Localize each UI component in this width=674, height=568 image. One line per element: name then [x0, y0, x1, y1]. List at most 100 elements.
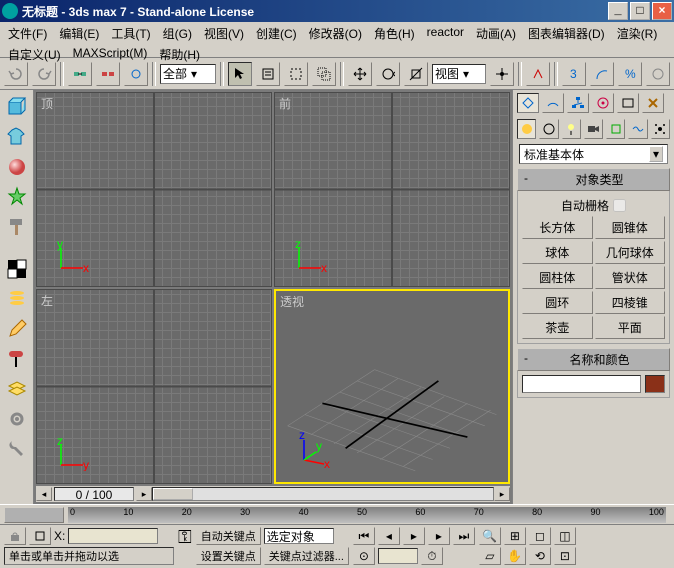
- menu-view[interactable]: 视图(V): [202, 24, 246, 43]
- reference-coord-dropdown[interactable]: 视图▾: [432, 64, 486, 84]
- viewport-left[interactable]: 左 zy: [36, 289, 272, 484]
- helpers-subtype-icon[interactable]: [606, 119, 625, 139]
- zoom-all-icon[interactable]: ⊞: [504, 527, 526, 545]
- shapes-subtype-icon[interactable]: [539, 119, 558, 139]
- absolute-transform-icon[interactable]: [29, 527, 51, 545]
- object-name-input[interactable]: [522, 375, 641, 393]
- tube-button[interactable]: 管状体: [595, 266, 666, 289]
- key-mode-icon[interactable]: ⊙: [353, 547, 375, 565]
- scroll-end-right-icon[interactable]: ▸: [494, 487, 510, 501]
- menu-character[interactable]: 角色(H): [372, 24, 417, 43]
- rotate-tool-icon[interactable]: [376, 62, 400, 86]
- wrench-icon[interactable]: [4, 436, 30, 462]
- key-filters-button[interactable]: 关键点过滤器...: [264, 547, 349, 565]
- teapot-button[interactable]: 茶壶: [522, 316, 593, 339]
- spacewarps-subtype-icon[interactable]: [628, 119, 647, 139]
- menu-tools[interactable]: 工具(T): [109, 24, 152, 43]
- menu-edit[interactable]: 编辑(E): [57, 24, 101, 43]
- cylinder-stack-icon[interactable]: [4, 286, 30, 312]
- x-coord-field[interactable]: [68, 528, 158, 544]
- manipulate-icon[interactable]: [526, 62, 550, 86]
- maximize-viewport-icon[interactable]: ⊡: [554, 547, 576, 565]
- goto-end-icon[interactable]: ⏭: [453, 527, 475, 545]
- modify-tab-icon[interactable]: [542, 93, 564, 113]
- scroll-track[interactable]: [152, 487, 494, 501]
- selection-filter-dropdown[interactable]: 全部▾: [160, 64, 216, 84]
- sphere-button[interactable]: 球体: [522, 241, 593, 264]
- time-config-icon[interactable]: ⏱: [421, 547, 443, 565]
- scroll-thumb[interactable]: [153, 488, 193, 500]
- time-slider[interactable]: [4, 507, 64, 523]
- close-button[interactable]: ×: [652, 2, 672, 20]
- current-frame-field[interactable]: [378, 548, 418, 564]
- torus-button[interactable]: 圆环: [522, 291, 593, 314]
- viewport-front[interactable]: 前 zx: [274, 92, 510, 287]
- arc-rotate-icon[interactable]: ⟲: [529, 547, 551, 565]
- snap-toggle-icon[interactable]: 3: [562, 62, 586, 86]
- scroll-right-icon[interactable]: ▸: [136, 487, 152, 501]
- pan-icon[interactable]: ✋: [504, 547, 526, 565]
- select-by-name-icon[interactable]: [256, 62, 280, 86]
- select-region-icon[interactable]: [284, 62, 308, 86]
- viewport-top[interactable]: 顶 yx: [36, 92, 272, 287]
- zoom-extents-all-icon[interactable]: ◫: [554, 527, 576, 545]
- menu-modifiers[interactable]: 修改器(O): [307, 24, 364, 43]
- box-button[interactable]: 长方体: [522, 216, 593, 239]
- pencil-icon[interactable]: [4, 316, 30, 342]
- spinner-snap-icon[interactable]: [646, 62, 670, 86]
- redo-icon[interactable]: [32, 62, 56, 86]
- pivot-center-icon[interactable]: [490, 62, 514, 86]
- viewport-perspective[interactable]: 透视 zxy: [274, 289, 510, 484]
- menu-file[interactable]: 文件(F): [6, 24, 49, 43]
- utilities-tab-icon[interactable]: [642, 93, 664, 113]
- key-target-dropdown[interactable]: 选定对象: [264, 528, 334, 544]
- create-tab-icon[interactable]: [517, 93, 539, 113]
- minimize-button[interactable]: _: [608, 2, 628, 20]
- scale-tool-icon[interactable]: [404, 62, 428, 86]
- auto-grid-checkbox[interactable]: [613, 199, 626, 212]
- systems-subtype-icon[interactable]: [651, 119, 670, 139]
- prev-frame-icon[interactable]: ◂: [378, 527, 400, 545]
- unlink-icon[interactable]: [96, 62, 120, 86]
- lights-subtype-icon[interactable]: [562, 119, 581, 139]
- undo-icon[interactable]: [4, 62, 28, 86]
- box-primitive-icon[interactable]: [4, 94, 30, 120]
- shirt-icon[interactable]: [4, 124, 30, 150]
- sphere-icon[interactable]: [4, 154, 30, 180]
- geometry-subtype-icon[interactable]: [517, 119, 536, 139]
- plane-button[interactable]: 平面: [595, 316, 666, 339]
- pyramid-button[interactable]: 四棱锥: [595, 291, 666, 314]
- bind-icon[interactable]: [124, 62, 148, 86]
- angle-snap-icon[interactable]: [590, 62, 614, 86]
- play-icon[interactable]: ▸: [403, 527, 425, 545]
- star-icon[interactable]: [4, 184, 30, 210]
- cone-button[interactable]: 圆锥体: [595, 216, 666, 239]
- select-tool-icon[interactable]: [228, 62, 252, 86]
- move-tool-icon[interactable]: [348, 62, 372, 86]
- checker-icon[interactable]: [4, 256, 30, 282]
- roller-icon[interactable]: [4, 346, 30, 372]
- primitive-type-dropdown[interactable]: 标准基本体▾: [519, 144, 668, 164]
- menu-reactor[interactable]: reactor: [425, 24, 466, 43]
- object-color-swatch[interactable]: [645, 375, 665, 393]
- menu-create[interactable]: 创建(C): [254, 24, 299, 43]
- percent-snap-icon[interactable]: %: [618, 62, 642, 86]
- hammer-icon[interactable]: [4, 214, 30, 240]
- window-crossing-icon[interactable]: [312, 62, 336, 86]
- cameras-subtype-icon[interactable]: [584, 119, 603, 139]
- motion-tab-icon[interactable]: [592, 93, 614, 113]
- zoom-icon[interactable]: 🔍: [479, 527, 501, 545]
- menu-help[interactable]: 帮助(H): [157, 45, 202, 64]
- set-key-button[interactable]: 设置关键点: [196, 547, 261, 565]
- gear-icon[interactable]: [4, 406, 30, 432]
- auto-key-button[interactable]: 自动关键点: [196, 527, 261, 545]
- next-frame-icon[interactable]: ▸: [428, 527, 450, 545]
- zoom-extents-icon[interactable]: ◻: [529, 527, 551, 545]
- menu-render[interactable]: 渲染(R): [615, 24, 660, 43]
- maximize-button[interactable]: □: [630, 2, 650, 20]
- cylinder-button[interactable]: 圆柱体: [522, 266, 593, 289]
- display-tab-icon[interactable]: [617, 93, 639, 113]
- menu-group[interactable]: 组(G): [161, 24, 194, 43]
- geosphere-button[interactable]: 几何球体: [595, 241, 666, 264]
- rollout-header[interactable]: -名称和颜色: [517, 348, 670, 371]
